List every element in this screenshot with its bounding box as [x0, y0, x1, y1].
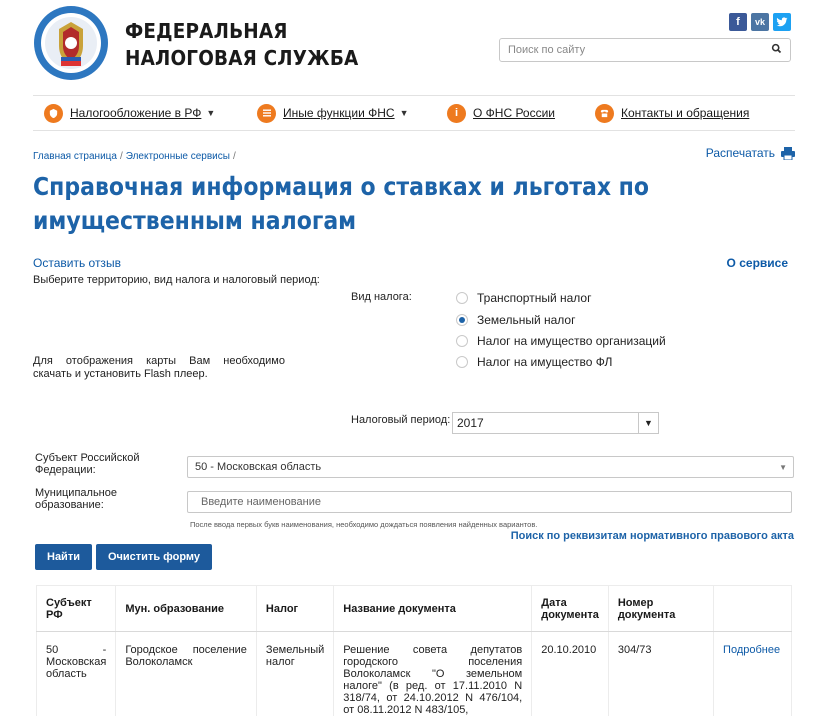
radio-individual-property-tax[interactable]: Налог на имущество ФЛ — [456, 353, 612, 371]
caret-down-icon[interactable]: ▼ — [779, 463, 787, 472]
site-search[interactable] — [499, 38, 791, 62]
print-link[interactable]: Распечатать — [706, 146, 795, 160]
nav-divider-top — [33, 95, 795, 96]
chevron-down-icon: ▼ — [206, 108, 215, 118]
cell-document: Решение совета депутатов городского посе… — [334, 632, 532, 716]
nav-taxation[interactable]: Налогообложение в РФ ▼ — [44, 103, 215, 123]
about-service-link[interactable]: О сервисе — [727, 256, 788, 270]
tax-type-label: Вид налога: — [351, 291, 412, 303]
subject-label: Субъект Российской Федерации: — [35, 452, 139, 476]
municipality-label: Муниципальное образование: — [35, 487, 117, 511]
breadcrumb: Главная страница/Электронные сервисы/ — [33, 151, 239, 162]
subject-label-line-1: Субъект Российской — [35, 452, 139, 464]
menu-icon — [257, 104, 276, 123]
radio-label: Налог на имущество ФЛ — [477, 355, 612, 369]
col-tax: Налог — [256, 586, 333, 632]
clear-form-button[interactable]: Очистить форму — [96, 544, 212, 570]
page-title-line-1: Справочная информация о ставках и льгота… — [33, 170, 667, 204]
col-date: Дата документа — [532, 586, 609, 632]
radio-button-selected[interactable] — [456, 314, 468, 326]
nav-contacts[interactable]: Контакты и обращения — [595, 103, 749, 123]
print-label: Распечатать — [706, 146, 775, 160]
radio-org-property-tax[interactable]: Налог на имущество организаций — [456, 332, 666, 350]
nav-contacts-label: Контакты и обращения — [621, 106, 749, 120]
brand-line-2: НАЛОГОВАЯ СЛУЖБА — [125, 45, 358, 72]
radio-transport-tax[interactable]: Транспортный налог — [456, 289, 592, 307]
chevron-down-icon[interactable]: ▼ — [638, 413, 658, 433]
requisites-search-link[interactable]: Поиск по реквизитам нормативного правово… — [511, 530, 794, 542]
subject-label-line-2: Федерации: — [35, 464, 139, 476]
phone-icon — [595, 104, 614, 123]
radio-label: Земельный налог — [477, 313, 575, 327]
tax-period-select[interactable]: 2017 ▼ — [452, 412, 659, 434]
cell-subject: 50 - Московская область — [37, 632, 116, 716]
nav-taxation-label: Налогообложение в РФ — [70, 106, 201, 120]
municipality-label-line-2: образование: — [35, 499, 117, 511]
cell-tax: Земельный налог — [256, 632, 333, 716]
nav-about-fns[interactable]: i О ФНС России — [447, 103, 555, 123]
radio-label: Транспортный налог — [477, 291, 592, 305]
search-icon[interactable] — [770, 42, 784, 56]
municipality-field[interactable] — [187, 491, 792, 513]
radio-label: Налог на имущество организаций — [477, 334, 666, 348]
chevron-down-icon: ▼ — [400, 108, 409, 118]
nav-divider-bottom — [33, 130, 795, 131]
table-header-row: Субъект РФ Мун. образование Налог Назван… — [37, 586, 792, 632]
col-subject: Субъект РФ — [37, 586, 116, 632]
search-input[interactable] — [506, 39, 756, 61]
instruction-text: Выберите территорию, вид налога и налого… — [33, 274, 320, 286]
brand-name[interactable]: ФЕДЕРАЛЬНАЯ НАЛОГОВАЯ СЛУЖБА — [125, 18, 358, 72]
vk-icon[interactable]: vk — [751, 13, 769, 31]
fns-logo[interactable] — [33, 5, 109, 81]
col-document: Название документа — [334, 586, 532, 632]
facebook-icon[interactable]: f — [729, 13, 747, 31]
cell-number: 304/73 — [608, 632, 713, 716]
results-table: Субъект РФ Мун. образование Налог Назван… — [36, 585, 792, 716]
subject-select[interactable]: 50 - Московская область ▼ — [187, 456, 794, 478]
table-row: 50 - Московская область Городское поселе… — [37, 632, 792, 716]
page-title-line-2: имущественным налогам — [33, 204, 667, 238]
municipality-hint: После ввода первых букв наименования, не… — [190, 520, 537, 529]
cell-date: 20.10.2010 — [532, 632, 609, 716]
nav-about-fns-label: О ФНС России — [473, 106, 555, 120]
coat-of-arms-icon — [44, 104, 63, 123]
cell-municipality: Городское поселение Волоколамск — [116, 632, 257, 716]
flash-notice: Для отображения карты Вам необходимо ска… — [33, 355, 285, 381]
page-title: Справочная информация о ставках и льгота… — [33, 170, 667, 238]
radio-button[interactable] — [456, 335, 468, 347]
cell-more: Подробнее — [714, 632, 792, 716]
nav-other-functions-label: Иные функции ФНС — [283, 106, 395, 120]
tax-period-label: Налоговый период: — [351, 414, 450, 426]
municipality-input[interactable] — [199, 492, 789, 512]
info-icon: i — [447, 104, 466, 123]
printer-icon — [781, 147, 795, 160]
col-municipality: Мун. образование — [116, 586, 257, 632]
radio-button[interactable] — [456, 356, 468, 368]
col-action — [714, 586, 792, 632]
radio-land-tax[interactable]: Земельный налог — [456, 311, 575, 329]
municipality-label-line-1: Муниципальное — [35, 487, 117, 499]
breadcrumb-services[interactable]: Электронные сервисы — [126, 151, 230, 162]
col-number: Номер документа — [608, 586, 713, 632]
feedback-link[interactable]: Оставить отзыв — [33, 256, 121, 270]
tax-period-value: 2017 — [457, 416, 484, 430]
find-button[interactable]: Найти — [35, 544, 92, 570]
subject-value: 50 - Московская область — [195, 461, 321, 473]
breadcrumb-home[interactable]: Главная страница — [33, 151, 117, 162]
brand-line-1: ФЕДЕРАЛЬНАЯ — [125, 18, 358, 45]
details-link[interactable]: Подробнее — [723, 644, 780, 656]
radio-button[interactable] — [456, 292, 468, 304]
twitter-icon[interactable] — [773, 13, 791, 31]
nav-other-functions[interactable]: Иные функции ФНС ▼ — [257, 103, 409, 123]
